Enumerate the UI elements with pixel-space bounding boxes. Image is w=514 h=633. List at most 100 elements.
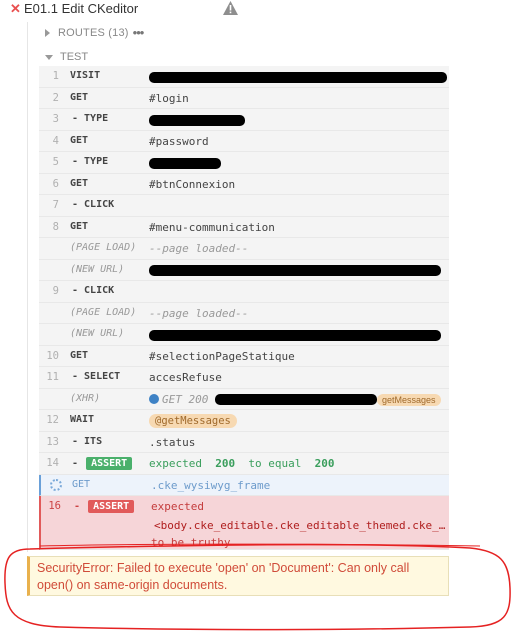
command-number: 10 <box>46 349 59 362</box>
event-message: GET 200 getMessages <box>149 393 441 406</box>
test-header[interactable]: ✕ E01.1 Edit CKeditor <box>0 0 514 18</box>
command-row[interactable]: 3 - TYPE <box>39 109 449 131</box>
command-row[interactable]: 12 WAIT @getMessages <box>39 410 449 432</box>
command-message: expected 200 to equal 200 <box>149 457 334 470</box>
command-number: 7 <box>52 199 59 211</box>
event-message <box>149 328 441 341</box>
command-number: 8 <box>52 220 59 233</box>
routes-toggle[interactable]: ROUTES (13) ••• <box>45 24 145 42</box>
command-number: 6 <box>52 177 59 190</box>
event-name: (NEW URL) <box>70 328 125 339</box>
command-row[interactable]: 8 GET #menu-communication <box>39 216 449 238</box>
fail-x-icon: ✕ <box>10 1 21 16</box>
command-number: 2 <box>52 91 59 104</box>
test-title[interactable]: E01.1 Edit CKeditor <box>24 1 138 16</box>
dash: - <box>74 501 81 512</box>
command-row[interactable]: 5 - TYPE <box>39 152 449 174</box>
dots-icon[interactable]: ••• <box>133 25 145 40</box>
command-name: VISIT <box>70 70 101 81</box>
tree-guide-line <box>27 22 28 552</box>
command-row[interactable]: 10 GET #selectionPageStatique <box>39 345 449 367</box>
command-name: - ITS <box>72 435 103 447</box>
command-message: #btnConnexion <box>149 177 236 191</box>
event-row[interactable]: (NEW URL) <box>39 259 449 281</box>
assert-expectation: to be truthy <box>151 536 231 549</box>
command-row[interactable]: 4 GET #password <box>39 130 449 152</box>
redaction-mark <box>149 157 221 169</box>
command-number: 11 <box>46 371 59 383</box>
command-message: #menu-communication <box>149 220 275 234</box>
alias-badge[interactable]: @getMessages <box>149 414 237 428</box>
command-number: 14 <box>46 457 59 469</box>
assert-value: 200 <box>215 457 236 470</box>
event-name: (PAGE LOAD) <box>70 242 137 253</box>
command-name: - CLICK <box>72 285 115 296</box>
dash: - <box>72 458 79 469</box>
command-number: 12 <box>46 414 59 426</box>
command-name: GET <box>70 349 89 361</box>
command-number: 1 <box>52 70 59 82</box>
spinner-icon <box>50 478 62 491</box>
caret-down-icon <box>45 54 53 60</box>
command-row[interactable]: 11 - SELECT accesRefuse <box>39 367 449 389</box>
command-row[interactable]: 7 - CLICK <box>39 195 449 217</box>
assert-value: 200 <box>314 457 335 470</box>
xhr-request: GET 200 <box>162 392 209 406</box>
command-row[interactable]: 6 GET #btnConnexion <box>39 173 449 195</box>
command-message: #password <box>149 134 209 148</box>
xhr-row[interactable]: (XHR) GET 200 getMessages <box>39 388 449 410</box>
event-message: --page loaded-- <box>149 242 249 255</box>
command-number: 13 <box>46 435 59 448</box>
assert-word: to equal <box>248 457 302 470</box>
command-number: 3 <box>52 113 59 125</box>
command-name: GET <box>70 177 89 189</box>
command-row[interactable]: 13 - ITS .status <box>39 431 449 453</box>
command-message: .cke_wysiwyg_frame <box>151 478 271 492</box>
command-name: - TYPE <box>72 156 109 167</box>
failed-assert-row[interactable]: 16 - ASSERT expected <body.cke_editable.… <box>39 496 450 550</box>
command-row[interactable]: 9 - CLICK <box>39 281 449 303</box>
command-log: 1 VISIT 2 GET #login 3 - TYPE 4 GET #pas… <box>39 66 450 550</box>
command-name: GET <box>70 220 89 232</box>
route-alias-badge[interactable]: getMessages <box>376 393 441 406</box>
assert-row[interactable]: 14 - ASSERT expected 200 to equal 200 <box>39 453 449 475</box>
test-section-toggle[interactable]: TEST <box>45 48 88 66</box>
command-number: 9 <box>52 285 59 297</box>
command-name: - ASSERT <box>74 500 135 513</box>
redaction-mark <box>149 71 447 83</box>
command-name: GET <box>70 91 89 103</box>
command-row[interactable]: 1 VISIT <box>39 66 449 88</box>
warning-triangle-icon <box>223 1 238 15</box>
caret-right-icon <box>45 29 50 37</box>
redaction-mark <box>149 329 441 341</box>
error-message: SecurityError: Failed to execute 'open' … <box>37 561 410 592</box>
command-name: - SELECT <box>72 371 121 382</box>
redaction-mark <box>149 114 245 126</box>
redaction-mark <box>149 265 441 276</box>
command-message: expected <box>151 500 204 513</box>
redaction-mark <box>214 394 377 405</box>
event-name: (NEW URL) <box>70 263 125 275</box>
pending-command-row[interactable]: GET .cke_wysiwyg_frame <box>39 474 449 496</box>
command-message <box>149 113 245 126</box>
event-name: (PAGE LOAD) <box>70 306 137 318</box>
command-message: @getMessages <box>149 414 237 428</box>
assert-subject: <body.cke_editable.cke_editable_themed.c… <box>154 519 450 532</box>
command-message: .status <box>149 435 196 449</box>
command-name: GET <box>70 134 89 146</box>
event-row[interactable]: (PAGE LOAD) --page loaded-- <box>39 238 449 260</box>
command-name: GET <box>72 478 91 490</box>
event-row[interactable]: (PAGE LOAD) --page loaded-- <box>39 302 449 324</box>
assert-badge: ASSERT <box>88 500 135 513</box>
command-number: 16 <box>48 500 61 512</box>
command-row[interactable]: 2 GET #login <box>39 87 449 109</box>
command-name: - TYPE <box>72 113 109 124</box>
command-number: 4 <box>52 134 59 147</box>
error-message-box[interactable]: SecurityError: Failed to execute 'open' … <box>27 556 449 596</box>
command-number: 5 <box>52 156 59 168</box>
event-message <box>149 264 441 277</box>
event-message: --page loaded-- <box>149 306 249 320</box>
command-name: - CLICK <box>72 199 115 210</box>
event-row[interactable]: (NEW URL) <box>39 324 449 346</box>
command-message: #selectionPageStatique <box>149 349 295 363</box>
